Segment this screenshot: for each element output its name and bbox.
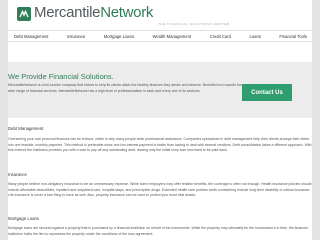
section-title-mortgage-loans: Mortgage Loans — [8, 216, 40, 221]
main-nav: Debt Management Insurance Mortgage Loans… — [8, 30, 312, 42]
logo-name-part2: Network — [100, 4, 154, 21]
page: MercantileNetwork THE FINANCIAL SOLUTION… — [8, 0, 312, 240]
nav-item-insurance[interactable]: Insurance — [67, 34, 85, 39]
logo-icon[interactable] — [17, 7, 31, 21]
section-title-debt-management: Debt Management — [8, 126, 44, 131]
banner-title: We Provide Financial Solutions. — [8, 72, 114, 81]
site-logo[interactable]: MercantileNetwork — [34, 4, 153, 21]
contact-us-button[interactable]: Contact Us — [242, 84, 292, 101]
nav-item-debt-management[interactable]: Debt Management — [14, 34, 48, 39]
nav-item-credit-card[interactable]: Credit Card — [210, 34, 231, 39]
nav-item-loans[interactable]: Loans — [249, 34, 260, 39]
section-title-insurance: Insurance — [8, 172, 27, 177]
nav-item-wealth-management[interactable]: Wealth Management — [153, 34, 192, 39]
section-text-insurance: Many people believe non-obligatory insur… — [8, 182, 312, 197]
logo-tagline: THE FINANCIAL SOLUTIONS CENTER — [158, 22, 230, 26]
site-header: MercantileNetwork THE FINANCIAL SOLUTION… — [8, 0, 312, 28]
section-text-mortgage-loans: Mortgage loans are secured against a pro… — [8, 226, 308, 236]
logo-name-part1: Mercantile — [34, 4, 101, 21]
nav-item-mortgage-loans[interactable]: Mortgage Loans — [104, 34, 134, 39]
nav-item-financial-tools[interactable]: Financial Tools — [279, 34, 307, 39]
section-text-debt-management: Overseeing your own personal finances ca… — [8, 137, 312, 152]
banner-text: MercantileNetwork is a full-service comp… — [8, 83, 247, 93]
